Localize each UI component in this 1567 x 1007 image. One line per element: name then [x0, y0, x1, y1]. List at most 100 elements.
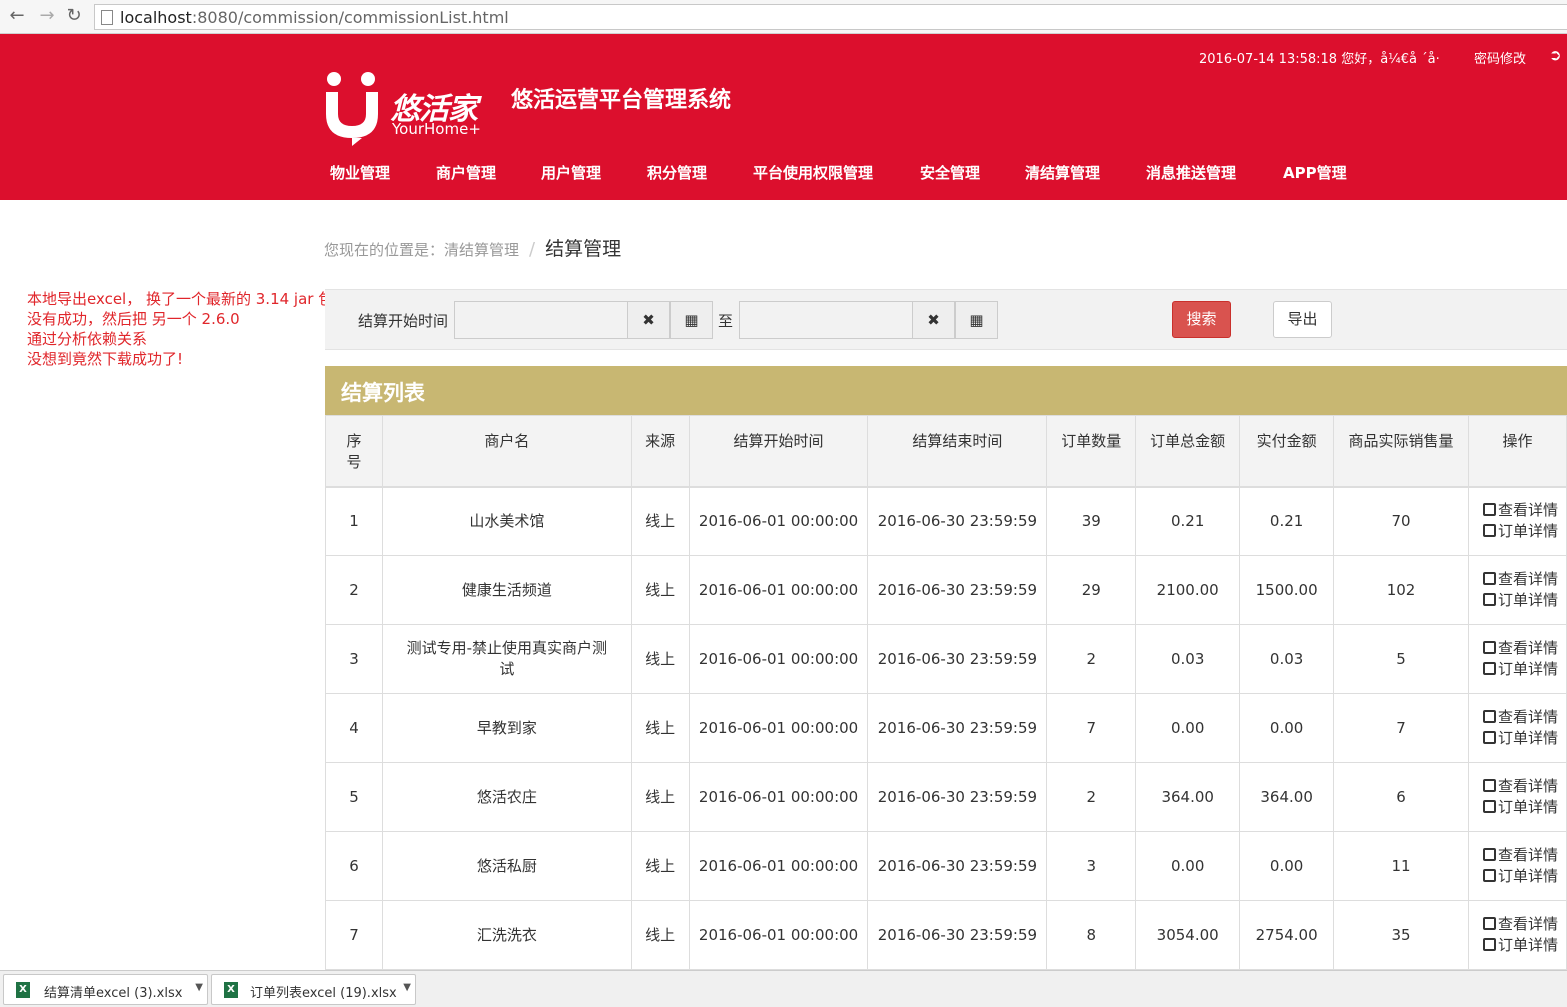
order-details-link[interactable]: 订单详情 — [1469, 935, 1566, 956]
nav-item-app[interactable]: APP管理 — [1283, 162, 1347, 183]
cell-merchant: 悠活私厨 — [381, 831, 632, 901]
nav-item-property[interactable]: 物业管理 — [330, 162, 390, 183]
order-details-link[interactable]: 订单详情 — [1469, 728, 1566, 749]
cell-order-total: 364.00 — [1135, 762, 1241, 832]
calendar-start-icon[interactable]: ▦ — [670, 301, 713, 339]
nav-item-user[interactable]: 用户管理 — [541, 162, 601, 183]
col-header-paid: 实付金额 — [1239, 415, 1335, 488]
view-details-link[interactable]: 查看详情 — [1469, 500, 1566, 521]
view-details-label: 查看详情 — [1497, 570, 1558, 588]
cell-order-total: 2100.00 — [1135, 555, 1241, 625]
nav-item-points[interactable]: 积分管理 — [647, 162, 707, 183]
cell-order-count: 2 — [1046, 762, 1137, 832]
breadcrumb-separator: / — [529, 239, 536, 260]
col-header-start: 结算开始时间 — [688, 415, 869, 488]
order-details-label: 订单详情 — [1497, 867, 1558, 885]
view-details-link[interactable]: 查看详情 — [1469, 776, 1566, 797]
excel-file-icon: X — [224, 982, 238, 998]
end-date-input[interactable] — [739, 301, 913, 339]
cell-merchant: 悠活农庄 — [381, 762, 632, 832]
view-details-link[interactable]: 查看详情 — [1469, 914, 1566, 935]
download-item[interactable]: X 订单列表excel (19).xlsx ▼ — [211, 974, 416, 1005]
start-date-input[interactable] — [454, 301, 628, 339]
cell-index: 5 — [325, 762, 383, 832]
cell-index: 1 — [325, 486, 383, 556]
cell-order-total: 0.00 — [1135, 831, 1241, 901]
view-details-link[interactable]: 查看详情 — [1469, 845, 1566, 866]
edit-icon — [1482, 524, 1496, 538]
cell-actions: 查看详情订单详情 — [1467, 900, 1567, 970]
cell-sales-qty: 11 — [1333, 831, 1469, 901]
edit-icon — [1482, 869, 1496, 882]
table-header-row: 序号 商户名 来源 结算开始时间 结算结束时间 订单数量 订单总金额 实付金额 … — [325, 415, 1567, 488]
annotation-line: 本地导出excel， 换了一个最新的 3.14 jar 包 — [27, 290, 334, 308]
order-details-link[interactable]: 订单详情 — [1469, 590, 1566, 611]
logout-icon[interactable]: ➲ — [1549, 46, 1565, 64]
cell-merchant: 山水美术馆 — [381, 486, 632, 556]
nav-item-settlement[interactable]: 清结算管理 — [1025, 162, 1100, 183]
table-row: 4 早教到家 线上 2016-06-01 00:00:00 2016-06-30 23:… — [325, 693, 1567, 763]
nav-item-permissions[interactable]: 平台使用权限管理 — [753, 162, 873, 183]
cell-start-time: 2016-06-01 00:00:00 — [688, 555, 869, 625]
clear-end-icon[interactable]: ✖ — [912, 301, 955, 339]
view-details-label: 查看详情 — [1497, 846, 1558, 864]
table-row: 2 健康生活频道 线上 2016-06-01 00:00:00 2016-06-30 2… — [325, 555, 1567, 625]
nav-item-security[interactable]: 安全管理 — [920, 162, 980, 183]
panel-title: 结算列表 — [341, 381, 425, 405]
breadcrumb: 您现在的位置是：清结算管理 / 结算管理 — [324, 234, 621, 261]
edit-icon — [1482, 503, 1496, 517]
cell-index: 7 — [325, 900, 383, 970]
view-details-link[interactable]: 查看详情 — [1469, 638, 1566, 659]
table-row: 3 测试专用-禁止使用真实商户测试 线上 2016-06-01 00:00:00 201… — [325, 624, 1567, 694]
cell-paid-amount: 0.00 — [1239, 831, 1335, 901]
order-details-link[interactable]: 订单详情 — [1469, 866, 1566, 887]
cell-end-time: 2016-06-30 23:59:59 — [867, 831, 1048, 901]
search-button[interactable]: 搜索 — [1172, 301, 1231, 338]
cell-order-total: 0.00 — [1135, 693, 1241, 763]
cell-actions: 查看详情 订单详情 — [1467, 693, 1567, 763]
url-text: localhost:8080/commission/commissionList… — [120, 8, 509, 27]
edit-icon — [1482, 848, 1496, 861]
clear-start-icon[interactable]: ✖ — [627, 301, 670, 339]
order-details-link[interactable]: 订单详情 — [1469, 659, 1566, 680]
view-details-link[interactable]: 查看详情 — [1469, 707, 1566, 728]
reload-icon[interactable]: ↻ — [63, 5, 85, 27]
back-arrow-icon[interactable]: ← — [6, 5, 28, 27]
download-filename: 订单列表excel (19).xlsx — [250, 986, 397, 1001]
cell-source: 线上 — [630, 486, 690, 556]
order-details-link[interactable]: 订单详情 — [1469, 521, 1566, 542]
view-details-label: 查看详情 — [1497, 915, 1558, 933]
cell-index: 3 — [325, 624, 383, 694]
cell-actions: 查看详情 订单详情 — [1467, 624, 1567, 694]
download-item[interactable]: X 结算清单excel (3).xlsx ▼ — [3, 974, 208, 1005]
order-details-label: 订单详情 — [1497, 522, 1558, 541]
download-shelf: X 结算清单excel (3).xlsx ▼ X 订单列表excel (19).… — [0, 970, 1567, 1007]
cell-paid-amount: 2754.00 — [1239, 900, 1335, 970]
col-header-end: 结算结束时间 — [867, 415, 1048, 488]
cell-sales-qty: 6 — [1333, 762, 1469, 832]
calendar-end-icon[interactable]: ▦ — [955, 301, 998, 339]
address-bar[interactable]: localhost:8080/commission/commissionList… — [94, 4, 1567, 30]
cell-order-count: 7 — [1046, 693, 1137, 763]
cell-source: 线上 — [630, 624, 690, 694]
cell-source: 线上 — [630, 693, 690, 763]
cell-end-time: 2016-06-30 23:59:59 — [867, 900, 1048, 970]
view-details-link[interactable]: 查看详情 — [1469, 569, 1566, 590]
nav-item-push[interactable]: 消息推送管理 — [1146, 162, 1236, 183]
chevron-down-icon[interactable]: ▼ — [403, 982, 411, 993]
col-header-merchant: 商户名 — [381, 415, 632, 488]
cell-merchant: 汇洗洗衣 — [381, 900, 632, 970]
breadcrumb-parent[interactable]: 您现在的位置是：清结算管理 — [324, 241, 519, 259]
export-button[interactable]: 导出 — [1273, 301, 1332, 338]
forward-arrow-icon[interactable]: → — [36, 5, 58, 27]
order-details-link[interactable]: 订单详情 — [1469, 797, 1566, 818]
nav-item-merchant[interactable]: 商户管理 — [436, 162, 496, 183]
cell-paid-amount: 0.03 — [1239, 624, 1335, 694]
cell-actions: 查看详情订单详情 — [1467, 555, 1567, 625]
browser-toolbar: ← → ↻ localhost:8080/commission/commissi… — [0, 0, 1567, 34]
change-password-link[interactable]: 密码修改 — [1474, 48, 1526, 67]
cell-end-time: 2016-06-30 23:59:59 — [867, 693, 1048, 763]
cell-actions: 查看详情 订单详情 — [1467, 486, 1567, 556]
chevron-down-icon[interactable]: ▼ — [195, 982, 203, 993]
panel-header: 结算列表 — [325, 366, 1567, 415]
